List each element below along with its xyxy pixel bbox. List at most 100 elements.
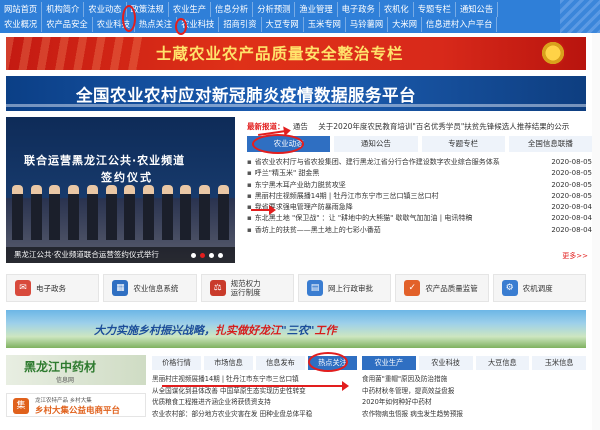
service-machinery-dispatch[interactable]: ⚙ 农机调度 — [492, 274, 586, 302]
news-title[interactable]: 东宁黑木耳产业助力脱贫攻坚 — [255, 180, 537, 191]
shop-icon: 集 — [13, 398, 29, 414]
top-nav: 网站首页 机构简介 农业动态 政策法规 农业生产 信息分析 分析预测 渔业管理 … — [0, 0, 600, 33]
tab-publish[interactable]: 信息发布 — [256, 356, 305, 370]
list-item[interactable]: 农业农村部：部分地方农业灾害在发 田种业盘总体平稳 — [152, 409, 357, 421]
nav-item-production[interactable]: 农业生产 — [169, 2, 212, 17]
service-label: 农业信息系统 — [133, 283, 179, 293]
slogan-part: 大力实施乡村振兴战略， — [94, 324, 215, 337]
banner-slogan: 大力实施乡村振兴战略，扎实做好龙江"三农"工作 — [94, 322, 336, 338]
nav-item-notices[interactable]: 通知公告 — [456, 2, 499, 17]
carousel-dot[interactable] — [218, 253, 223, 258]
nav-item-rice[interactable]: 大米网 — [388, 17, 423, 32]
production-list: 食用菌"重帽"原因及防治措施 中药材秋冬管理，提高效益盘报 2020年如何种好中… — [362, 374, 586, 420]
tab-price[interactable]: 价格行情 — [152, 356, 201, 370]
list-item[interactable]: ▪ 东宁黑木耳产业助力脱贫攻坚 2020-08-05 — [247, 180, 592, 191]
news-date: 2020-08-05 — [551, 158, 592, 166]
service-info-system[interactable]: ▦ 农业信息系统 — [103, 274, 197, 302]
tab-market-info[interactable]: 市场信息 — [204, 356, 253, 370]
mail-icon: ✉ — [15, 280, 31, 296]
nav-item-egov[interactable]: 电子政务 — [338, 2, 380, 17]
carousel-dot[interactable] — [191, 253, 196, 258]
rural-revitalization-banner[interactable]: 大力实施乡村振兴战略，扎实做好龙江"三农"工作 — [6, 310, 586, 348]
latest-label: 最新报道： — [247, 122, 285, 131]
herb-banner[interactable]: 黑龙江中药材 信息网 — [6, 355, 146, 385]
tab-soybean[interactable]: 大豆信息 — [475, 356, 530, 370]
news-title[interactable]: 香坊上的扶贫——黑土地上的七彩小番茄 — [255, 225, 537, 236]
service-approval[interactable]: ▤ 网上行政审批 — [297, 274, 392, 302]
nav-item-about[interactable]: 机构简介 — [42, 2, 85, 17]
latest-sub: 通告 — [292, 122, 308, 131]
latest-link[interactable]: 关于2020年度农民教育培训"百名优秀学员"扶贫先锋候选人推荐结果的公示 — [318, 122, 569, 131]
tab-topics[interactable]: 专题专栏 — [421, 136, 505, 152]
nav-item-agri-news[interactable]: 农业动态 — [84, 2, 127, 17]
news-date: 2020-08-04 — [551, 214, 592, 223]
check-icon: ✓ — [404, 280, 421, 296]
nav-item-machinery[interactable]: 农机化 — [380, 2, 414, 17]
nav-item-overview[interactable]: 农业概况 — [0, 17, 43, 32]
nav-item-village-platform[interactable]: 信息进村入户平台 — [422, 17, 498, 32]
nav-item-fishery[interactable]: 渔业管理 — [295, 2, 338, 17]
bullet-icon: ▪ — [247, 158, 252, 166]
tab-production[interactable]: 农业生产 — [362, 356, 416, 370]
list-item[interactable]: 黑丽村庄视频展播14期 | 牡丹江市东宁市三岔口镇 — [152, 374, 357, 386]
nav-item-investment[interactable]: 招商引资 — [219, 17, 262, 32]
quality-safety-banner[interactable]: 士蔵农业农产品质量安全整治专栏 — [6, 37, 586, 70]
list-item[interactable]: ▪ 黑丽村庄视频展播14期 | 牡丹江市东宁市三岔口镇三岔口村 2020-08-05 — [247, 191, 592, 202]
services-bar: ✉ 电子政务 ▦ 农业信息系统 ⚖ 规范权力 运行制度 ▤ 网上行政审批 ✓ 农产品质量监… — [6, 274, 586, 302]
market-banner[interactable]: 集 龙江农特产品 乡村大集 乡村大集公益电商平台 — [6, 393, 146, 417]
tab-notices[interactable]: 通知公告 — [334, 136, 418, 152]
list-item[interactable]: ▪ 呼兰"精玉米" 甜金黑 2020-08-05 — [247, 168, 592, 179]
herb-subtitle: 信息网 — [56, 377, 75, 384]
carousel-dot[interactable] — [209, 253, 214, 258]
list-item[interactable]: 食用菌"重帽"原因及防治措施 — [362, 374, 586, 386]
list-item[interactable]: 农作物病虫悟报 病虫发生趋势预报 — [362, 409, 586, 421]
news-title[interactable]: 东北黑土地 "保卫战" ：让 "耕地中的大熊猫" 歇歇气加加油 | 电讯特稿 — [255, 213, 537, 224]
service-label: 农产品质量监管 — [425, 283, 478, 293]
list-item[interactable]: 2020年如何种好中药材 — [362, 397, 586, 409]
service-power-regulation[interactable]: ⚖ 规范权力 运行制度 — [200, 274, 294, 302]
person-figure — [12, 185, 23, 240]
carousel-dot-active[interactable] — [200, 253, 205, 258]
nav-item-hot[interactable]: 热点关注 — [135, 17, 178, 32]
tab-national-news[interactable]: 全国信息联播 — [508, 136, 592, 152]
banner-title: 士蔵农业农产品质量安全整治专栏 — [156, 44, 404, 63]
person-figure — [161, 185, 173, 240]
nav-item-forecast[interactable]: 分析预测 — [253, 2, 296, 17]
list-item[interactable]: ▪ 我省要求强电管理产防暴雨急降 2020-08-04 — [247, 202, 592, 213]
news-title[interactable]: 我省要求强电管理产防暴雨急降 — [255, 202, 537, 213]
carousel-dots — [191, 253, 223, 258]
nav-item-info-analysis[interactable]: 信息分析 — [211, 2, 254, 17]
slogan-part: "三农" — [281, 324, 315, 337]
list-item[interactable]: 中药材秋冬管理，提高效益盘报 — [362, 386, 586, 398]
list-item[interactable]: 优质粮食工程推进齐涵企业将获债资支持 — [152, 397, 357, 409]
annotation-arrow — [251, 205, 276, 215]
list-item[interactable]: ▪ 香坊上的扶贫——黑土地上的七彩小番茄 2020-08-04 — [247, 225, 592, 236]
news-title[interactable]: 黑丽村庄视频展播14期 | 牡丹江市东宁市三岔口镇三岔口村 — [255, 191, 537, 202]
list-item[interactable]: ▪ 东北黑土地 "保卫战" ：让 "耕地中的大熊猫" 歇歇气加加油 | 电讯特稿 2… — [247, 213, 592, 224]
tab-corn[interactable]: 玉米信息 — [532, 356, 586, 370]
nav-item-potato[interactable]: 马铃薯网 — [346, 17, 389, 32]
tab-tech[interactable]: 农业科技 — [418, 356, 473, 370]
market-title: 乡村大集公益电商平台 — [35, 406, 121, 416]
herb-title: 黑龙江中药材 — [24, 360, 97, 374]
news-title[interactable]: 呼兰"精玉米" 甜金黑 — [255, 168, 537, 179]
nav-row-2: 农业概况 农产品安全 农业科技 热点关注 农业科技 招商引资 大豆专网 玉米专网… — [0, 17, 498, 32]
nav-item-safety[interactable]: 农产品安全 — [42, 17, 93, 32]
service-egov[interactable]: ✉ 电子政务 — [6, 274, 100, 302]
person-figure — [180, 185, 192, 240]
more-link[interactable]: 更多>> — [562, 251, 588, 261]
service-quality[interactable]: ✓ 农产品质量监管 — [395, 274, 489, 302]
news-carousel[interactable]: 联合运营黑龙江公共·农业频道 签约仪式 黑龙江公共·农业频道联合运营签约仪式举行 — [6, 117, 235, 263]
list-item[interactable]: ▪ 省农业农村厅与省农投集团、建行黑龙江省分行合作建设数字农业综合服务体系 2020… — [247, 157, 592, 168]
nav-item-corn[interactable]: 玉米专网 — [304, 17, 346, 32]
list-item[interactable]: 从全国谋化到县体改善 中国草原生态实现历史性转变 — [152, 386, 357, 398]
nav-item-soybean[interactable]: 大豆专网 — [262, 17, 304, 32]
carousel-title-line-2: 签约仪式 — [101, 171, 153, 184]
person-figure — [49, 185, 61, 240]
scrollbar[interactable] — [592, 33, 600, 430]
nav-item-topics[interactable]: 专题专栏 — [414, 2, 456, 17]
news-title[interactable]: 省农业农村厅与省农投集团、建行黑龙江省分行合作建设数字农业综合服务体系 — [255, 157, 537, 168]
epidemic-data-banner[interactable]: 全国农业农村应对新冠肺炎疫情数据服务平台 — [6, 76, 586, 111]
nav-item-home[interactable]: 网站首页 — [0, 2, 43, 17]
news-list: ▪ 省农业农村厅与省农投集团、建行黑龙江省分行合作建设数字农业综合服务体系 2020… — [247, 157, 592, 236]
